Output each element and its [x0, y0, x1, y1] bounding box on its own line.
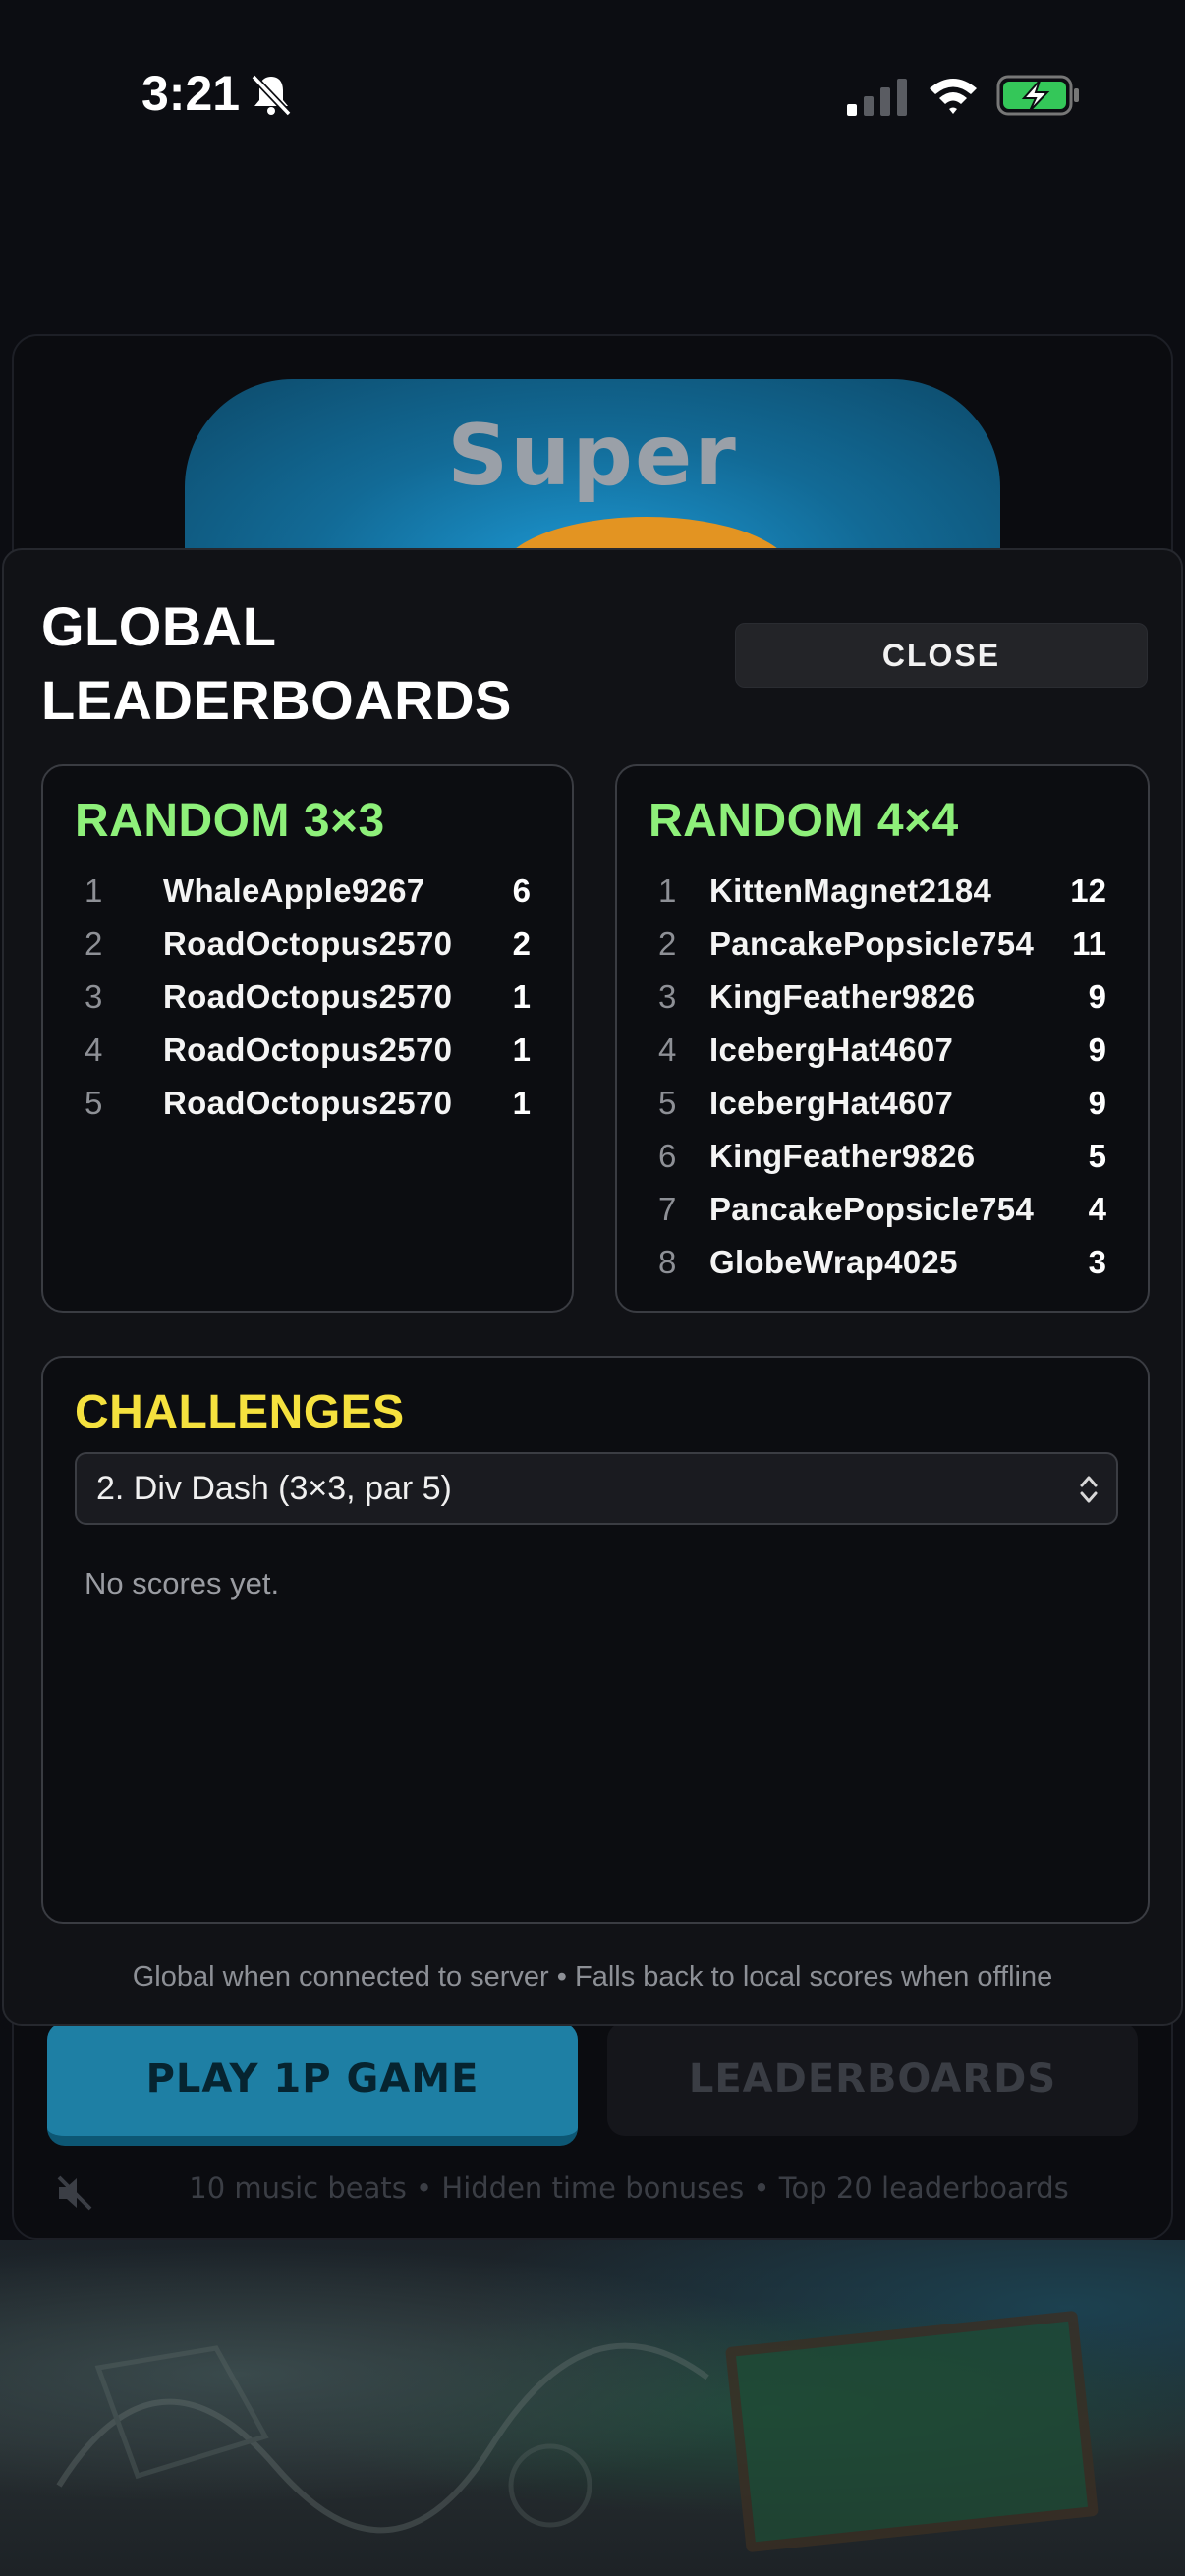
challenges-panel: CHALLENGES 2. Div Dash (3×3, par 5) No s… [41, 1356, 1150, 1924]
score-player: IcebergHat4607 [709, 1032, 954, 1068]
score-row: 7 PancakePopsicle754 4 [617, 1183, 1148, 1236]
score-player: IcebergHat4607 [709, 1085, 954, 1121]
challenges-heading: CHALLENGES [75, 1386, 405, 1438]
modal-footer-text: Global when connected to server • Falls … [132, 1961, 1053, 1992]
random-3x3-heading: RANDOM 3×3 [75, 795, 385, 847]
modal-title-line1: GLOBAL [41, 595, 277, 657]
play-1p-button[interactable]: PLAY 1P GAME [47, 2022, 578, 2146]
score-row: 5 IcebergHat4607 9 [617, 1077, 1148, 1130]
score-value: 1 [512, 979, 531, 1015]
score-player: KingFeather9826 [709, 979, 976, 1015]
score-rank: 7 [658, 1191, 677, 1227]
app-screen: 3:21 Super PLAY 1P GAME LEADERBOARDS 10 … [0, 0, 1185, 2576]
score-value: 11 [1072, 925, 1106, 962]
score-value: 9 [1088, 979, 1106, 1015]
score-rank: 2 [85, 925, 103, 962]
score-value: 9 [1088, 1085, 1106, 1121]
random-4x4-heading: RANDOM 4×4 [649, 795, 959, 847]
background-chalkboard [725, 2310, 1099, 2553]
score-value: 12 [1070, 872, 1106, 909]
score-row: 1 WhaleApple9267 6 [43, 865, 572, 918]
score-player: RoadOctopus2570 [163, 979, 453, 1015]
score-value: 6 [512, 872, 531, 909]
random-3x3-list: 1 WhaleApple9267 6 2 RoadOctopus2570 2 3… [43, 865, 572, 1130]
score-rank: 6 [658, 1138, 677, 1174]
score-row: 5 RoadOctopus2570 1 [43, 1077, 572, 1130]
speaker-muted-icon[interactable] [55, 2173, 94, 2212]
score-rank: 4 [658, 1032, 677, 1068]
chevron-up-down-icon [1080, 1476, 1098, 1503]
score-value: 1 [512, 1032, 531, 1068]
score-rank: 5 [85, 1085, 103, 1121]
score-value: 9 [1088, 1032, 1106, 1068]
score-row: 3 RoadOctopus2570 1 [43, 971, 572, 1024]
challenge-select[interactable]: 2. Div Dash (3×3, par 5) [75, 1452, 1118, 1525]
score-value: 5 [1088, 1138, 1106, 1174]
cellular-signal-icon [847, 79, 907, 116]
battery-charging-icon [996, 75, 1079, 116]
logo-text: Super [447, 407, 738, 505]
app-footer-text: 10 music beats • Hidden time bonuses • T… [189, 2171, 1069, 2205]
challenge-select-value: 2. Div Dash (3×3, par 5) [96, 1469, 452, 1507]
score-player: RoadOctopus2570 [163, 1032, 453, 1068]
no-scores-message: No scores yet. [85, 1566, 280, 1600]
score-player: RoadOctopus2570 [163, 1085, 453, 1121]
score-row: 8 GlobeWrap4025 3 [617, 1236, 1148, 1289]
score-player: PancakePopsicle754 [709, 1191, 1035, 1227]
score-row: 1 KittenMagnet2184 12 [617, 865, 1148, 918]
close-button[interactable]: CLOSE [735, 623, 1148, 688]
score-rank: 3 [658, 979, 677, 1015]
score-rank: 8 [658, 1244, 677, 1280]
score-player: GlobeWrap4025 [709, 1244, 958, 1280]
random-3x3-panel: RANDOM 3×3 1 WhaleApple9267 6 2 RoadOcto… [41, 764, 574, 1313]
score-row: 4 RoadOctopus2570 1 [43, 1024, 572, 1077]
random-4x4-panel: RANDOM 4×4 1 KittenMagnet2184 12 2 Panca… [615, 764, 1150, 1313]
score-rank: 2 [658, 925, 677, 962]
score-player: KittenMagnet2184 [709, 872, 992, 909]
score-value: 3 [1088, 1244, 1106, 1280]
score-value: 1 [512, 1085, 531, 1121]
random-4x4-list: 1 KittenMagnet2184 12 2 PancakePopsicle7… [617, 865, 1148, 1289]
score-row: 4 IcebergHat4607 9 [617, 1024, 1148, 1077]
modal-title: GLOBAL LEADERBOARDS [41, 589, 552, 737]
score-rank: 1 [658, 872, 677, 909]
score-row: 6 KingFeather9826 5 [617, 1130, 1148, 1183]
score-player: RoadOctopus2570 [163, 925, 453, 962]
score-rank: 5 [658, 1085, 677, 1121]
leaderboards-button[interactable]: LEADERBOARDS [607, 2022, 1138, 2136]
score-row: 3 KingFeather9826 9 [617, 971, 1148, 1024]
score-rank: 4 [85, 1032, 103, 1068]
leaderboards-modal: GLOBAL LEADERBOARDS CLOSE RANDOM 3×3 1 W… [2, 548, 1183, 2026]
score-row: 2 PancakePopsicle754 11 [617, 918, 1148, 971]
modal-title-line2: LEADERBOARDS [41, 669, 512, 731]
background-doodles [56, 2342, 709, 2534]
wifi-icon [930, 79, 977, 114]
score-player: KingFeather9826 [709, 1138, 976, 1174]
score-player: WhaleApple9267 [163, 872, 425, 909]
score-row: 2 RoadOctopus2570 2 [43, 918, 572, 971]
score-rank: 1 [85, 872, 103, 909]
score-rank: 3 [85, 979, 103, 1015]
bell-slash-icon [251, 74, 292, 117]
score-player: PancakePopsicle754 [709, 925, 1035, 962]
status-bar: 3:21 [0, 0, 1185, 196]
status-time: 3:21 [141, 66, 241, 121]
score-value: 4 [1088, 1191, 1106, 1227]
score-value: 2 [512, 925, 531, 962]
app-logo: Super [185, 379, 1000, 576]
